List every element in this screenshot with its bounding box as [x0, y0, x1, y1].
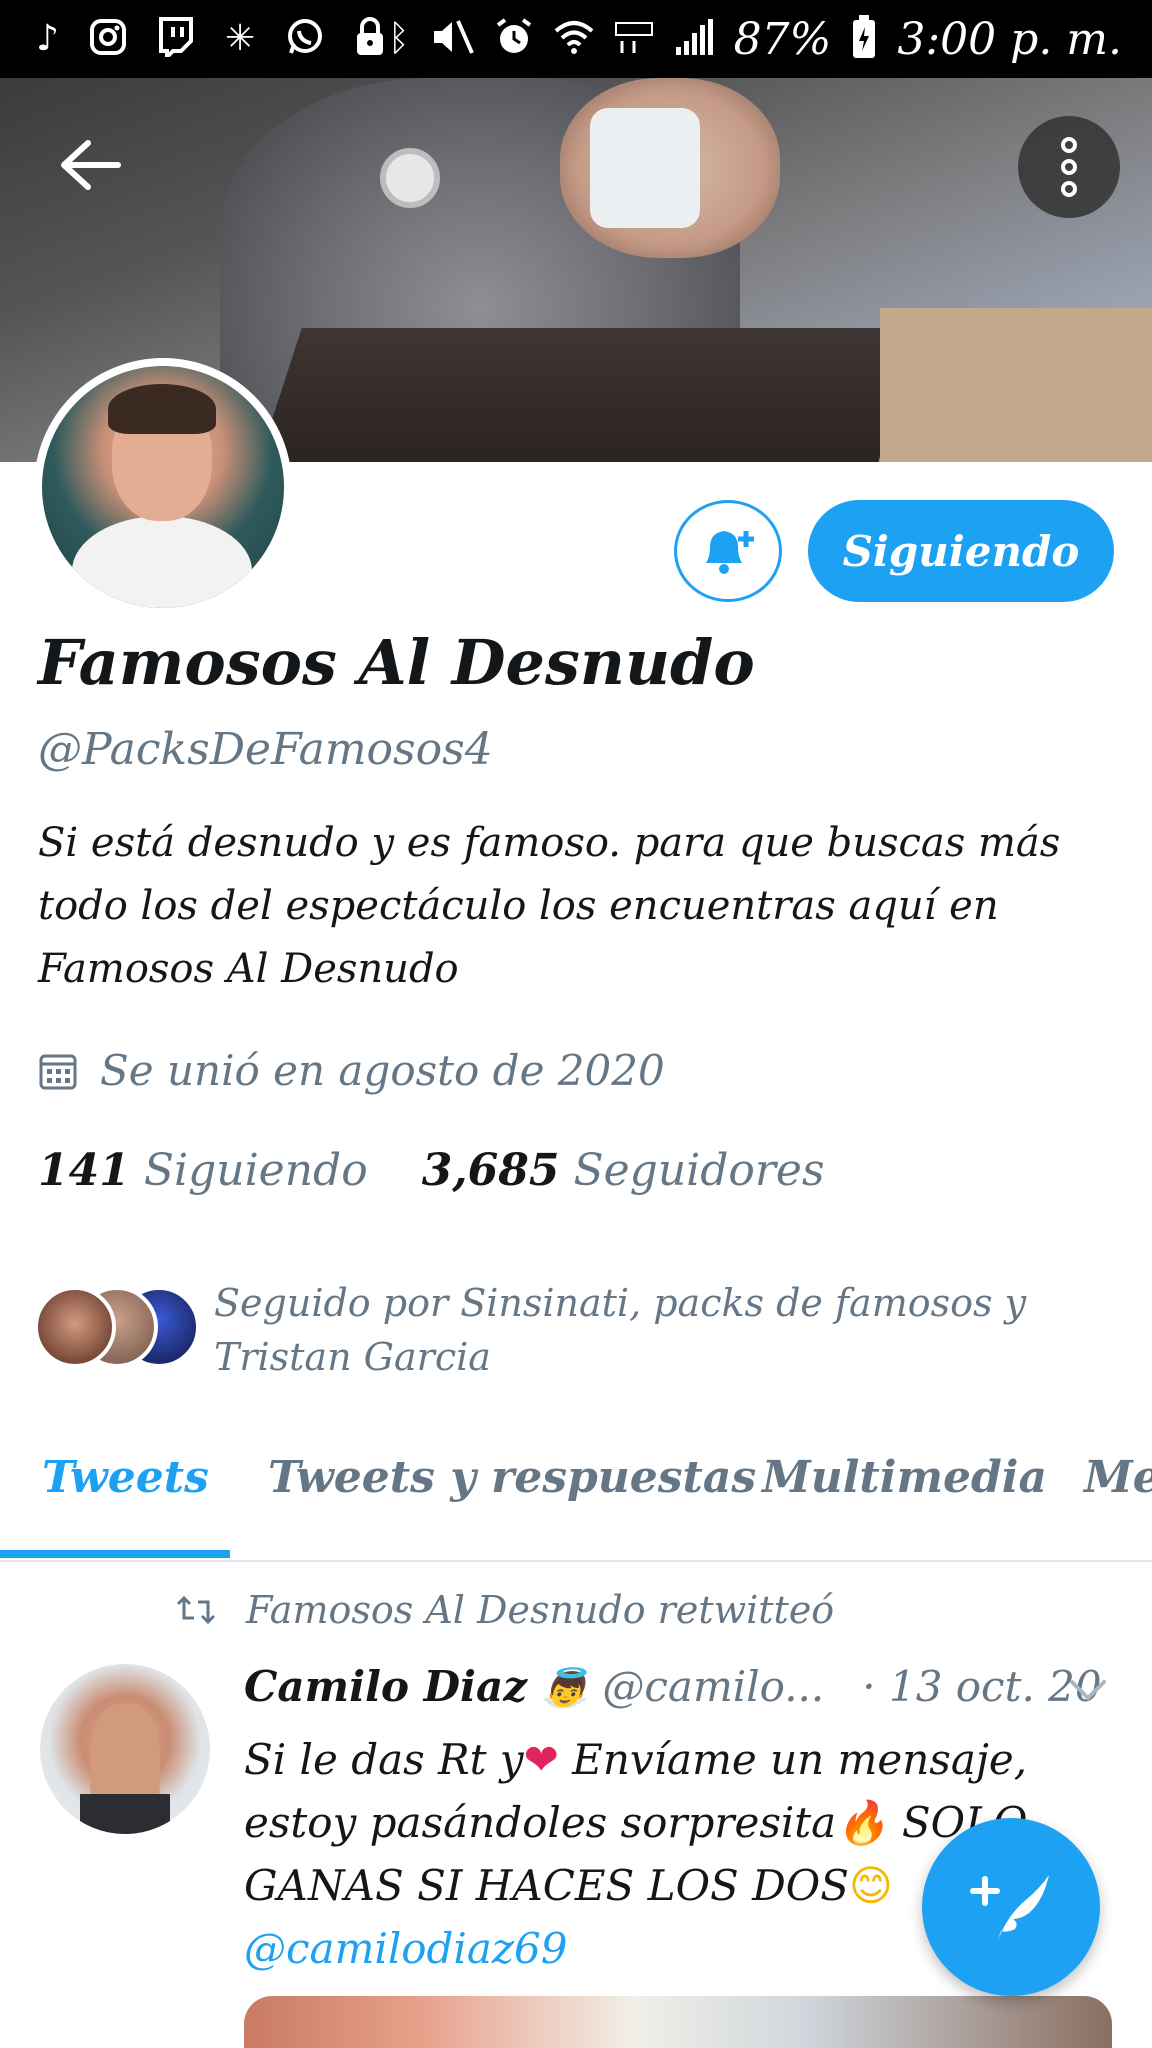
followed-by[interactable]: Seguido por Sinsinati, packs de famosos … [34, 1276, 1134, 1379]
compose-tweet-button[interactable] [922, 1818, 1100, 1996]
calendar-icon [39, 1054, 77, 1089]
sparkle-icon: ✳ [224, 18, 256, 59]
bluetooth-icon: ᛒ [387, 18, 410, 59]
retweet-context: Famosos Al Desnudo retwitteó [176, 1588, 834, 1632]
tweet-author-avatar[interactable] [40, 1664, 210, 1834]
wifi-icon [554, 17, 594, 61]
tweet-author-name[interactable]: Camilo Diaz [244, 1662, 527, 1711]
compose-feather-icon [970, 1875, 1049, 1943]
lock-icon [355, 17, 385, 61]
following-label[interactable]: Siguiendo [144, 1145, 368, 1196]
profile-handle: @PacksDeFamosos4 [38, 724, 493, 775]
followed-by-avatars [34, 1286, 204, 1368]
tab-tweets-replies[interactable]: Tweets y respuestas [268, 1452, 756, 1503]
avatar [34, 1286, 116, 1368]
more-vertical-icon [1061, 137, 1077, 153]
profile-bio: Si está desnudo y es famoso. para que bu… [38, 820, 1061, 992]
tiktok-icon: ♪ [36, 18, 59, 59]
whatsapp-icon [285, 17, 325, 61]
followed-by-text: Seguido por Sinsinati, packs de famosos … [214, 1281, 1027, 1379]
smile-emoji: 😊 [849, 1861, 893, 1910]
tweet-menu-button[interactable] [1068, 1670, 1108, 1710]
followers-count[interactable]: 3,685 [422, 1145, 560, 1196]
join-date-text: Se unió en agosto de 2020 [100, 1046, 665, 1095]
mute-icon [430, 17, 474, 61]
follow-stats: 141 Siguiendo 3,685 Seguidores [38, 1145, 865, 1196]
retweet-icon [176, 1595, 216, 1625]
status-bar: ♪ ✳ ᛒ 87% 3:00 p. m. [0, 0, 1152, 78]
tab-media[interactable]: Multimedia [762, 1452, 1047, 1503]
clock: 3:00 p. m. [897, 13, 1122, 65]
following-count[interactable]: 141 [38, 1145, 130, 1196]
twitch-icon [157, 17, 195, 62]
retweet-context-text: Famosos Al Desnudo retwitteó [246, 1588, 835, 1632]
tweet-date[interactable]: · 13 oct. 20 [862, 1662, 1101, 1711]
chevron-down-icon [1070, 1680, 1106, 1701]
profile-tabs: Tweets Tweets y respuestas Multimedia Me [0, 1422, 1152, 1562]
alarm-icon [494, 17, 534, 61]
angel-emoji: 👼 [541, 1666, 589, 1710]
battery-percent: 87% [733, 13, 832, 65]
tweet-header: Camilo Diaz 👼 @camilo... · 13 oct. 20 [244, 1662, 1102, 1711]
tweet-media-image[interactable] [244, 1996, 1112, 2048]
notifications-button[interactable] [674, 500, 782, 602]
following-button[interactable]: Siguiendo [808, 500, 1114, 602]
heart-emoji: ❤ [523, 1735, 559, 1784]
lte-icon [614, 17, 654, 61]
battery-icon [851, 15, 877, 63]
fire-emoji: 🔥 [836, 1798, 889, 1847]
tweet-author-handle[interactable]: @camilo... [602, 1662, 824, 1711]
tab-tweets[interactable]: Tweets [42, 1452, 209, 1503]
more-options-button[interactable] [1018, 116, 1120, 218]
bell-plus-icon [706, 531, 754, 574]
profile-name: Famosos Al Desnudo [38, 626, 755, 699]
instagram-icon [89, 18, 127, 60]
signal-icon [674, 17, 714, 61]
join-date: Se unió en agosto de 2020 [38, 1046, 665, 1095]
followers-label[interactable]: Seguidores [573, 1145, 824, 1196]
back-button[interactable] [50, 130, 130, 200]
profile-avatar[interactable] [34, 358, 292, 616]
active-tab-indicator [0, 1550, 230, 1558]
tab-likes[interactable]: Me [1084, 1452, 1152, 1503]
arrow-left-icon [61, 140, 121, 190]
